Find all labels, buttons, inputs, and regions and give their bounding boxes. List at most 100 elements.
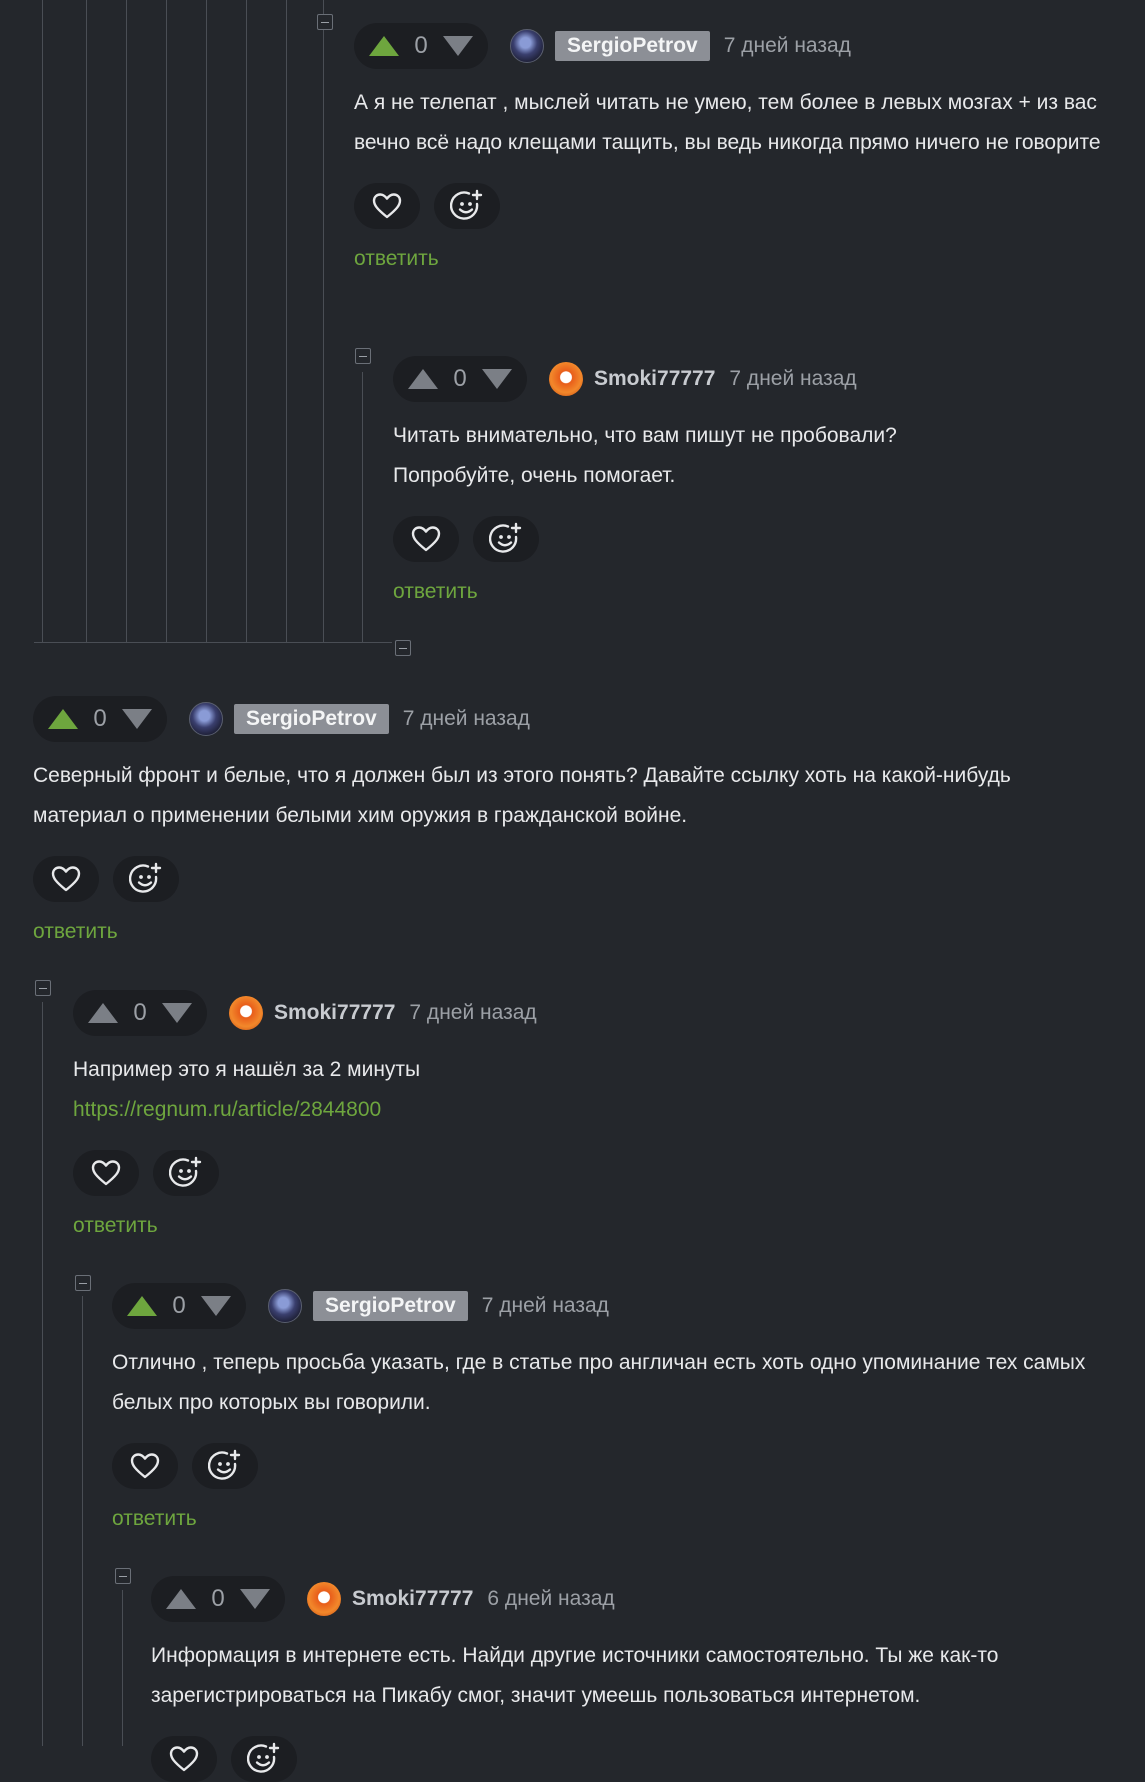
thread-line: [82, 1296, 83, 1746]
comment: 0 SergioPetrov 7 дней назад Северный фро…: [33, 696, 1113, 944]
timestamp[interactable]: 7 дней назад: [482, 1294, 609, 1318]
thread-line: [323, 0, 324, 642]
reply-link[interactable]: ответить: [33, 920, 1113, 944]
arrow-down-icon[interactable]: [121, 709, 152, 729]
collapse-icon[interactable]: [115, 1568, 131, 1584]
thread-line: [42, 1002, 43, 1746]
score: 0: [93, 705, 107, 732]
vote-control: 0: [151, 1576, 285, 1622]
arrow-down-icon[interactable]: [442, 36, 473, 56]
heart-icon: [372, 193, 402, 219]
smiley-plus-icon: [129, 862, 162, 893]
score: 0: [453, 365, 467, 392]
username[interactable]: SergioPetrov: [555, 31, 710, 61]
avatar[interactable]: [510, 29, 544, 63]
collapse-icon[interactable]: [75, 1275, 91, 1291]
arrow-down-icon[interactable]: [239, 1589, 270, 1609]
collapse-icon[interactable]: [395, 640, 411, 656]
timestamp[interactable]: 6 дней назад: [487, 1587, 614, 1611]
username[interactable]: SergioPetrov: [234, 704, 389, 734]
thread-line: [42, 0, 43, 642]
score: 0: [211, 1585, 225, 1612]
vote-control: 0: [393, 356, 527, 402]
avatar[interactable]: [229, 996, 263, 1030]
collapse-icon[interactable]: [317, 14, 333, 30]
react-button[interactable]: [473, 516, 539, 562]
score: 0: [133, 999, 147, 1026]
smiley-plus-icon: [489, 522, 522, 553]
comment-text: Читать внимательно, что вам пишут не про…: [393, 424, 897, 487]
avatar[interactable]: [307, 1582, 341, 1616]
arrow-up-icon[interactable]: [166, 1589, 196, 1609]
timestamp[interactable]: 7 дней назад: [724, 34, 851, 58]
timestamp[interactable]: 7 дней назад: [403, 707, 530, 731]
react-button[interactable]: [113, 856, 179, 902]
comment-text: А я не телепат , мыслей читать не умею, …: [354, 91, 1101, 154]
thread-line: [122, 1590, 123, 1746]
comment-text: Информация в интернете есть. Найди други…: [151, 1644, 999, 1707]
arrow-down-icon[interactable]: [200, 1296, 231, 1316]
comment: 0 Smoki77777 7 дней назад Читать внимате…: [393, 356, 1113, 604]
thread-line: [166, 0, 167, 642]
thread-line: [126, 0, 127, 642]
score: 0: [172, 1292, 186, 1319]
score: 0: [414, 32, 428, 59]
thread-line: [362, 372, 363, 642]
reply-link[interactable]: ответить: [73, 1214, 1113, 1238]
vote-control: 0: [73, 990, 207, 1036]
avatar[interactable]: [189, 702, 223, 736]
like-button[interactable]: [354, 183, 420, 229]
smiley-plus-icon: [450, 189, 483, 220]
heart-icon: [411, 526, 441, 552]
react-button[interactable]: [192, 1443, 258, 1489]
vote-control: 0: [354, 23, 488, 69]
smiley-plus-icon: [169, 1156, 202, 1187]
thread-line: [86, 0, 87, 642]
comment: 0 Smoki77777 6 дней назад Информация в и…: [151, 1576, 1111, 1782]
collapse-icon[interactable]: [355, 348, 371, 364]
comment: 0 SergioPetrov 7 дней назад Отлично , те…: [112, 1283, 1112, 1531]
collapse-icon[interactable]: [35, 980, 51, 996]
thread-line: [206, 0, 207, 642]
avatar[interactable]: [549, 362, 583, 396]
comment-text: Отлично , теперь просьба указать, где в …: [112, 1351, 1086, 1414]
arrow-down-icon[interactable]: [161, 1003, 192, 1023]
arrow-up-icon[interactable]: [408, 369, 438, 389]
timestamp[interactable]: 7 дней назад: [729, 367, 856, 391]
timestamp[interactable]: 7 дней назад: [409, 1001, 536, 1025]
reply-link[interactable]: ответить: [354, 247, 1114, 271]
arrow-up-icon[interactable]: [127, 1296, 157, 1316]
comment-text: Северный фронт и белые, что я должен был…: [33, 764, 1011, 827]
react-button[interactable]: [153, 1150, 219, 1196]
heart-icon: [51, 866, 81, 892]
username[interactable]: Smoki77777: [352, 1587, 473, 1611]
heart-icon: [130, 1453, 160, 1479]
arrow-up-icon[interactable]: [48, 709, 78, 729]
like-button[interactable]: [33, 856, 99, 902]
like-button[interactable]: [73, 1150, 139, 1196]
like-button[interactable]: [112, 1443, 178, 1489]
like-button[interactable]: [393, 516, 459, 562]
comment: 0 SergioPetrov 7 дней назад А я не телеп…: [354, 23, 1114, 271]
heart-icon: [169, 1746, 199, 1772]
react-button[interactable]: [231, 1736, 297, 1782]
react-button[interactable]: [434, 183, 500, 229]
arrow-up-icon[interactable]: [88, 1003, 118, 1023]
username[interactable]: Smoki77777: [274, 1001, 395, 1025]
username[interactable]: SergioPetrov: [313, 1291, 468, 1321]
smiley-plus-icon: [247, 1742, 280, 1773]
vote-control: 0: [112, 1283, 246, 1329]
arrow-up-icon[interactable]: [369, 36, 399, 56]
arrow-down-icon[interactable]: [481, 369, 512, 389]
thread-line: [286, 0, 287, 642]
article-link[interactable]: https://regnum.ru/article/2844800: [73, 1090, 1113, 1130]
comment-text: Например это я нашёл за 2 минуты: [73, 1058, 421, 1081]
reply-link[interactable]: ответить: [112, 1507, 1112, 1531]
heart-icon: [91, 1160, 121, 1186]
reply-link[interactable]: ответить: [393, 580, 1113, 604]
username[interactable]: Smoki77777: [594, 367, 715, 391]
avatar[interactable]: [268, 1289, 302, 1323]
vote-control: 0: [33, 696, 167, 742]
like-button[interactable]: [151, 1736, 217, 1782]
thread-line: [246, 0, 247, 642]
